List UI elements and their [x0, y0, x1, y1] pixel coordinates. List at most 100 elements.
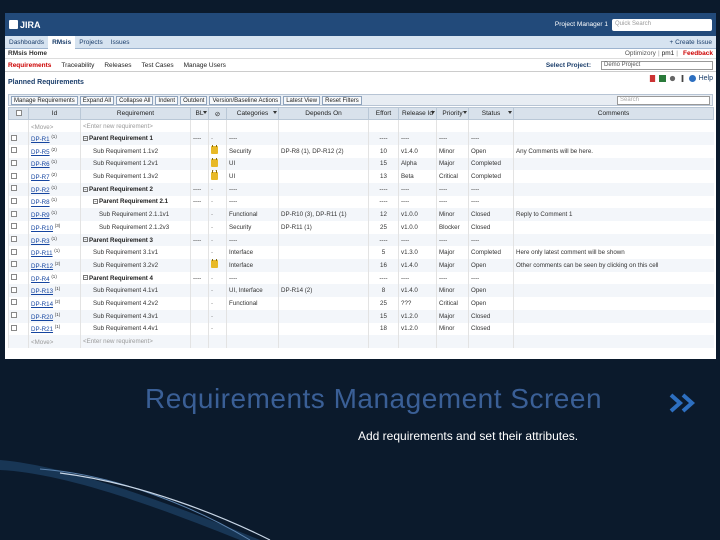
- req-name-cell[interactable]: Sub Requirement 1.2v1: [80, 157, 191, 171]
- effort-cell[interactable]: 5: [368, 246, 399, 260]
- table-row[interactable]: DP-R4 (1) − Parent Requirement 4 ---- - ---- -…: [8, 271, 714, 285]
- status-cell[interactable]: Open: [468, 259, 514, 272]
- version-baseline-button[interactable]: Version/Baseline Actions: [209, 95, 282, 105]
- row-checkbox[interactable]: [8, 144, 29, 158]
- release-cell[interactable]: ----: [398, 195, 437, 209]
- depends-on-cell[interactable]: [278, 195, 369, 209]
- table-row[interactable]: <Move> <Enter new requirement>: [8, 119, 714, 133]
- row-checkbox[interactable]: [8, 246, 29, 260]
- priority-cell[interactable]: ----: [436, 195, 469, 209]
- effort-cell[interactable]: 8: [368, 284, 399, 298]
- status-cell[interactable]: Open: [468, 297, 514, 310]
- release-cell[interactable]: ----: [398, 271, 437, 285]
- col-depends-on[interactable]: Depends On: [278, 107, 369, 120]
- tab-test-cases[interactable]: Test Cases: [141, 62, 173, 69]
- status-cell[interactable]: ----: [468, 195, 514, 209]
- req-name-cell[interactable]: Sub Requirement 4.4v1: [80, 322, 191, 336]
- table-row[interactable]: DP-R2 (1) − Parent Requirement 2 ---- - ---- -…: [8, 182, 714, 196]
- effort-cell[interactable]: 16: [368, 259, 399, 272]
- collapse-toggle-icon[interactable]: −: [83, 186, 88, 192]
- req-name-cell[interactable]: <Enter new requirement>: [80, 119, 191, 133]
- row-checkbox[interactable]: [8, 170, 29, 183]
- col-bl[interactable]: BL: [190, 107, 209, 120]
- tab-releases[interactable]: Releases: [104, 62, 131, 69]
- attachment-icon[interactable]: ⊘: [208, 107, 227, 120]
- req-id-link[interactable]: DP-R2 (1): [28, 182, 81, 196]
- feedback-link[interactable]: Feedback: [683, 50, 713, 57]
- priority-cell[interactable]: ----: [436, 132, 469, 145]
- req-id-link[interactable]: DP-R12 (2): [28, 259, 81, 272]
- comments-cell[interactable]: [513, 284, 714, 298]
- priority-cell[interactable]: Minor: [436, 322, 469, 336]
- col-categories[interactable]: Categories: [226, 107, 279, 120]
- depends-on-cell[interactable]: [278, 322, 369, 336]
- depends-on-cell[interactable]: [278, 297, 369, 310]
- depends-on-cell[interactable]: [278, 157, 369, 171]
- req-id-link[interactable]: DP-R7 (2): [28, 170, 81, 183]
- comments-cell[interactable]: Other comments can be seen by clicking o…: [513, 259, 714, 272]
- depends-on-cell[interactable]: DP-R14 (2): [278, 284, 369, 298]
- depends-on-cell[interactable]: [278, 170, 369, 183]
- status-cell[interactable]: Completed: [468, 170, 514, 183]
- collapse-toggle-icon[interactable]: −: [93, 199, 98, 205]
- table-row[interactable]: DP-R3 (1) − Parent Requirement 3 ---- - ---- -…: [8, 233, 714, 247]
- row-checkbox[interactable]: [8, 322, 29, 336]
- effort-cell[interactable]: ----: [368, 132, 399, 145]
- col-comments[interactable]: Comments: [513, 107, 714, 120]
- req-id-link[interactable]: DP-R5 (2): [28, 144, 81, 158]
- release-cell[interactable]: Beta: [398, 170, 437, 183]
- expand-all-button[interactable]: Expand All: [79, 95, 115, 105]
- status-cell[interactable]: Closed: [468, 208, 514, 221]
- depends-on-cell[interactable]: [278, 259, 369, 272]
- effort-cell[interactable]: ----: [368, 182, 399, 196]
- req-name-cell[interactable]: Sub Requirement 1.3v2: [80, 170, 191, 183]
- release-cell[interactable]: [398, 119, 437, 133]
- release-cell[interactable]: v1.0.0: [398, 221, 437, 234]
- jira-logo[interactable]: JIRA: [9, 20, 41, 30]
- comments-cell[interactable]: [513, 221, 714, 234]
- priority-cell[interactable]: Minor: [436, 144, 469, 158]
- release-cell[interactable]: v1.2.0: [398, 309, 437, 323]
- req-name-cell[interactable]: Sub Requirement 4.2v2: [80, 297, 191, 310]
- categories-cell[interactable]: Functional: [226, 208, 279, 221]
- release-cell[interactable]: v1.3.0: [398, 246, 437, 260]
- status-cell[interactable]: Closed: [468, 221, 514, 234]
- status-cell[interactable]: ----: [468, 182, 514, 196]
- effort-cell[interactable]: 12: [368, 208, 399, 221]
- nav-rmsis[interactable]: RMsis: [48, 35, 76, 49]
- categories-cell[interactable]: ----: [226, 233, 279, 247]
- comments-cell[interactable]: Any Comments will be here.: [513, 144, 714, 158]
- depends-on-cell[interactable]: DP-R10 (3), DP-R11 (1): [278, 208, 369, 221]
- col-priority[interactable]: Priority: [436, 107, 469, 120]
- outdent-button[interactable]: Outdent: [180, 95, 208, 105]
- priority-cell[interactable]: [436, 119, 469, 133]
- comments-cell[interactable]: [513, 335, 714, 348]
- status-cell[interactable]: ----: [468, 271, 514, 285]
- effort-cell[interactable]: 25: [368, 221, 399, 234]
- req-name-cell[interactable]: − Parent Requirement 4: [80, 271, 191, 285]
- req-id-link[interactable]: DP-R9 (1): [28, 208, 81, 221]
- depends-on-cell[interactable]: DP-R11 (1): [278, 221, 369, 234]
- col-status[interactable]: Status: [468, 107, 514, 120]
- row-checkbox[interactable]: [8, 182, 29, 196]
- table-row[interactable]: DP-R8 (1) − Parent Requirement 2.1 ---- - ---…: [8, 195, 714, 209]
- table-row[interactable]: DP-R1 (1) − Parent Requirement 1 ---- - ---- -…: [8, 132, 714, 145]
- priority-cell[interactable]: ----: [436, 233, 469, 247]
- req-id-link[interactable]: DP-R10 (3): [28, 221, 81, 234]
- priority-cell[interactable]: Major: [436, 157, 469, 171]
- row-checkbox[interactable]: [8, 284, 29, 298]
- priority-cell[interactable]: Minor: [436, 208, 469, 221]
- comments-cell[interactable]: [513, 132, 714, 145]
- categories-cell[interactable]: [226, 322, 279, 336]
- row-checkbox[interactable]: [8, 132, 29, 145]
- categories-cell[interactable]: UI, Interface: [226, 284, 279, 298]
- categories-cell[interactable]: Security: [226, 144, 279, 158]
- categories-cell[interactable]: Interface: [226, 246, 279, 260]
- priority-cell[interactable]: Critical: [436, 297, 469, 310]
- status-cell[interactable]: [468, 335, 514, 348]
- row-checkbox[interactable]: [8, 309, 29, 323]
- effort-cell[interactable]: ----: [368, 195, 399, 209]
- row-checkbox[interactable]: [8, 208, 29, 221]
- effort-cell[interactable]: 13: [368, 170, 399, 183]
- row-checkbox[interactable]: [8, 195, 29, 209]
